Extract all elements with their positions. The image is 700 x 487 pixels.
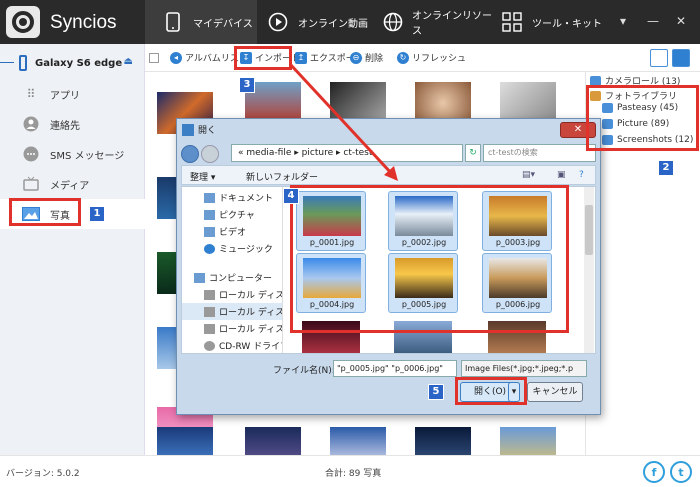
step-badge-1: 1 (89, 206, 105, 222)
step-badge-2: 2 (658, 160, 674, 176)
step-badge-4: 4 (283, 188, 299, 204)
step-badge-5: 5 (428, 384, 444, 400)
annotation-arrow (288, 62, 398, 181)
step-badge-3: 3 (239, 77, 255, 93)
